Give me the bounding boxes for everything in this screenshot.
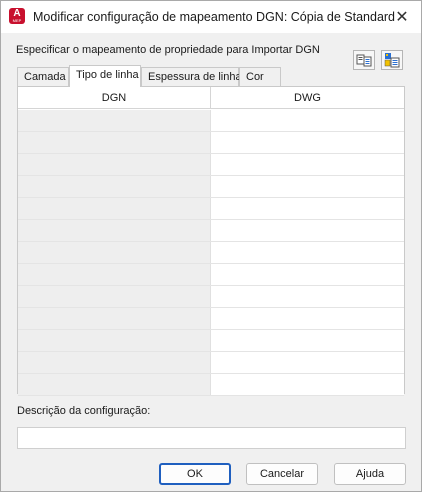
- window-title: Modificar configuração de mapeamento DGN…: [33, 10, 396, 24]
- autocad-app-icon: A MEP: [9, 8, 25, 24]
- table-row[interactable]: [18, 176, 404, 198]
- dwg-cell[interactable]: [211, 110, 404, 131]
- dgn-cell: [18, 330, 211, 351]
- grid-rows: [18, 110, 404, 396]
- dgn-cell: [18, 264, 211, 285]
- layer-map-button[interactable]: [381, 50, 403, 70]
- tab-espessura-de-linha[interactable]: Espessura de linha: [141, 67, 242, 87]
- tab-tipo-de-linha[interactable]: Tipo de linha: [69, 65, 141, 87]
- close-button[interactable]: ✕: [389, 5, 415, 29]
- dgn-cell: [18, 242, 211, 263]
- dgn-to-dwg-map-button[interactable]: [353, 50, 375, 70]
- dwg-cell[interactable]: [211, 286, 404, 307]
- dwg-cell[interactable]: [211, 264, 404, 285]
- tab-label: Tipo de linha: [76, 69, 139, 81]
- table-row[interactable]: [18, 374, 404, 396]
- dwg-cell[interactable]: [211, 352, 404, 373]
- help-button[interactable]: Ajuda: [334, 463, 406, 485]
- ok-button[interactable]: OK: [159, 463, 231, 485]
- table-row[interactable]: [18, 308, 404, 330]
- dgn-cell: [18, 198, 211, 219]
- dwg-cell[interactable]: [211, 220, 404, 241]
- grid-header: DGN DWG: [18, 87, 404, 109]
- dwg-cell[interactable]: [211, 374, 404, 395]
- title-bar[interactable]: A MEP Modificar configuração de mapeamen…: [1, 1, 421, 33]
- tab-label: Camada: [24, 71, 66, 83]
- dgn-cell: [18, 110, 211, 131]
- dgn-cell: [18, 286, 211, 307]
- column-header-dgn[interactable]: DGN: [18, 87, 211, 109]
- dgn-to-dwg-map-icon: [356, 54, 372, 67]
- dialog-window: A MEP Modificar configuração de mapeamen…: [0, 0, 422, 492]
- layer-map-icon: [384, 53, 400, 68]
- close-icon: ✕: [395, 9, 409, 26]
- table-row[interactable]: [18, 110, 404, 132]
- tab-cor[interactable]: Cor: [239, 67, 281, 87]
- table-row[interactable]: [18, 352, 404, 374]
- dgn-cell: [18, 154, 211, 175]
- dwg-cell[interactable]: [211, 308, 404, 329]
- instruction-text: Especificar o mapeamento de propriedade …: [16, 44, 320, 56]
- table-row[interactable]: [18, 330, 404, 352]
- dwg-cell[interactable]: [211, 132, 404, 153]
- dwg-cell[interactable]: [211, 154, 404, 175]
- dwg-cell[interactable]: [211, 330, 404, 351]
- description-input[interactable]: [17, 427, 406, 449]
- table-row[interactable]: [18, 132, 404, 154]
- tab-camada[interactable]: Camada: [17, 67, 69, 87]
- tab-label: Espessura de linha: [148, 71, 242, 83]
- tab-label: Cor: [246, 71, 264, 83]
- table-row[interactable]: [18, 198, 404, 220]
- dgn-cell: [18, 352, 211, 373]
- cancel-button[interactable]: Cancelar: [246, 463, 318, 485]
- dwg-cell[interactable]: [211, 176, 404, 197]
- table-row[interactable]: [18, 220, 404, 242]
- mapping-grid[interactable]: DGN DWG: [17, 86, 405, 396]
- dwg-cell[interactable]: [211, 242, 404, 263]
- description-label: Descrição da configuração:: [17, 405, 151, 417]
- dgn-cell: [18, 308, 211, 329]
- table-row[interactable]: [18, 242, 404, 264]
- table-row[interactable]: [18, 154, 404, 176]
- dwg-cell[interactable]: [211, 198, 404, 219]
- table-row[interactable]: [18, 264, 404, 286]
- dgn-cell: [18, 374, 211, 395]
- column-header-dwg[interactable]: DWG: [211, 87, 404, 109]
- dgn-cell: [18, 132, 211, 153]
- dgn-cell: [18, 176, 211, 197]
- app-icon-sub: MEP: [12, 18, 22, 23]
- dgn-cell: [18, 220, 211, 241]
- table-row[interactable]: [18, 286, 404, 308]
